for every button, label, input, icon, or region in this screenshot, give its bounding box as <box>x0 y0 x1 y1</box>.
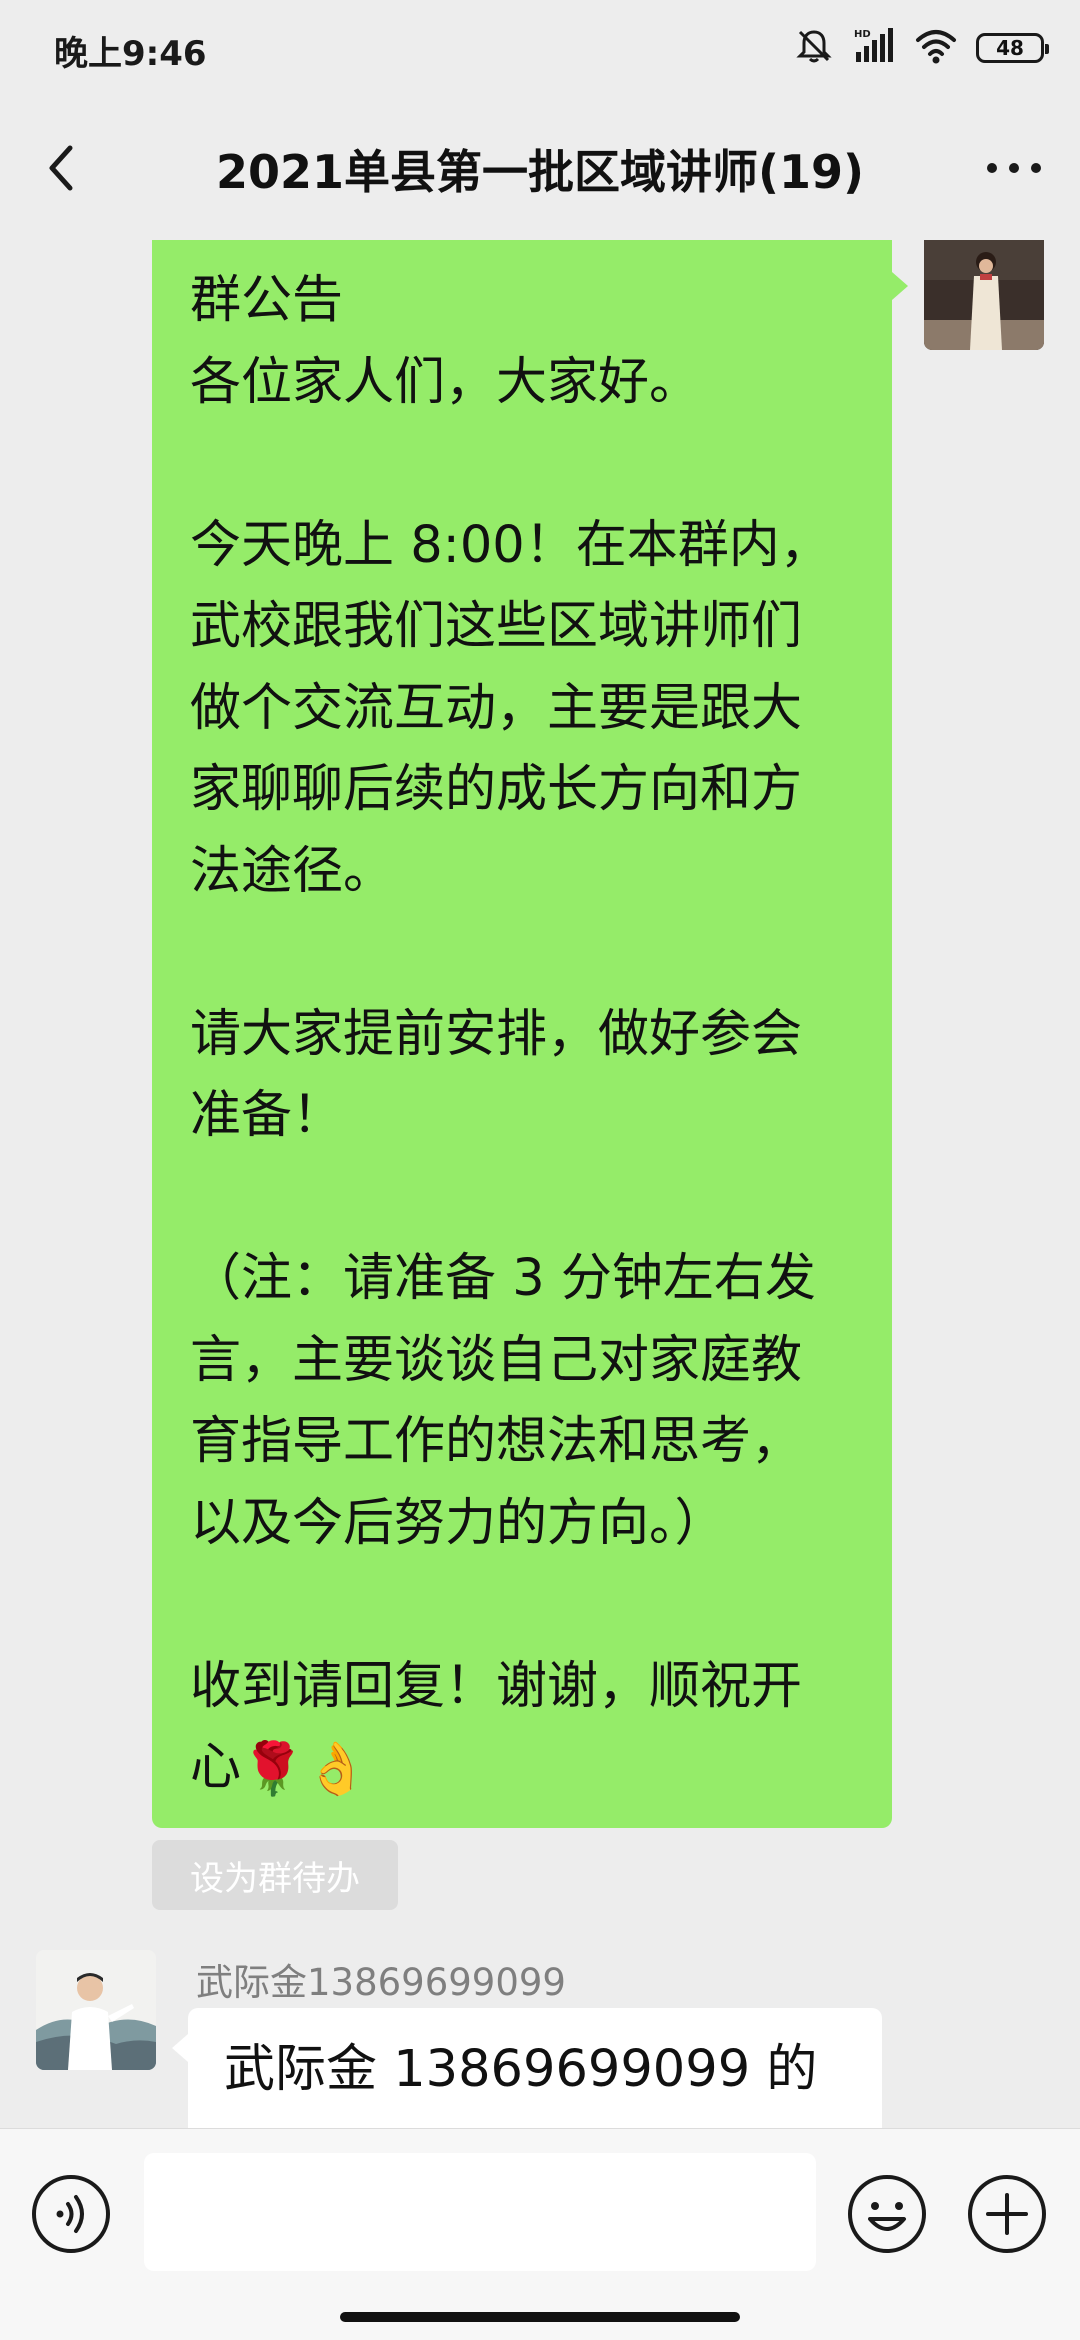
avatar-self[interactable] <box>924 240 1044 350</box>
announcement-text: 群公告 各位家人们，大家好。 今天晚上 8:00！在本群内， 武校跟我们这些区域… <box>190 260 854 1811</box>
mute-icon <box>794 26 834 70</box>
hd-signal-icon: HD <box>852 26 896 70</box>
battery-level: 48 <box>996 36 1024 60</box>
bubble-tail <box>172 2034 188 2062</box>
message-list[interactable]: 群公告 各位家人们，大家好。 今天晚上 8:00！在本群内， 武校跟我们这些区域… <box>0 240 1080 2128</box>
more-icon <box>987 163 1041 173</box>
wifi-icon <box>914 26 958 70</box>
svg-text:HD: HD <box>854 29 871 40</box>
ok-hand-emoji: 👌 <box>304 1740 369 1800</box>
emoji-button[interactable] <box>846 2173 928 2255</box>
back-button[interactable] <box>30 132 102 204</box>
message-input[interactable] <box>144 2153 816 2271</box>
incoming-message-text: 武际金 13869699099 的 <box>224 2040 818 2099</box>
status-bar: 晚上9:46 HD 48 <box>0 0 1080 96</box>
more-button[interactable] <box>978 132 1050 204</box>
announcement-bubble[interactable]: 群公告 各位家人们，大家好。 今天晚上 8:00！在本群内， 武校跟我们这些区域… <box>152 240 892 1828</box>
battery-icon: 48 <box>976 33 1049 63</box>
chat-header: 2021单县第一批区域讲师(19) <box>0 96 1080 240</box>
bubble-tail <box>892 272 908 300</box>
status-time: 晚上9:46 <box>54 34 207 74</box>
avatar-sender[interactable] <box>36 1950 156 2070</box>
voice-icon <box>32 2175 110 2253</box>
voice-button[interactable] <box>30 2173 112 2255</box>
more-actions-button[interactable] <box>966 2173 1048 2255</box>
emoji-icon <box>848 2175 926 2253</box>
chevron-left-icon <box>49 145 73 191</box>
plus-icon <box>968 2175 1046 2253</box>
announcement-body: 群公告 各位家人们，大家好。 今天晚上 8:00！在本群内， 武校跟我们这些区域… <box>190 271 831 1797</box>
status-icons: HD 48 <box>794 26 1049 70</box>
avatar-photo <box>924 240 1044 350</box>
set-group-todo-button[interactable]: 设为群待办 <box>152 1840 398 1910</box>
input-bar <box>0 2128 1080 2340</box>
chat-title: 2021单县第一批区域讲师(19) <box>215 145 865 199</box>
rose-emoji: 🌹 <box>241 1740 305 1800</box>
avatar-photo <box>36 1950 156 2070</box>
home-indicator[interactable] <box>340 2312 740 2322</box>
sender-name: 武际金13869699099 <box>196 1961 566 2004</box>
incoming-message-bubble[interactable]: 武际金 13869699099 的 <box>188 2008 882 2128</box>
